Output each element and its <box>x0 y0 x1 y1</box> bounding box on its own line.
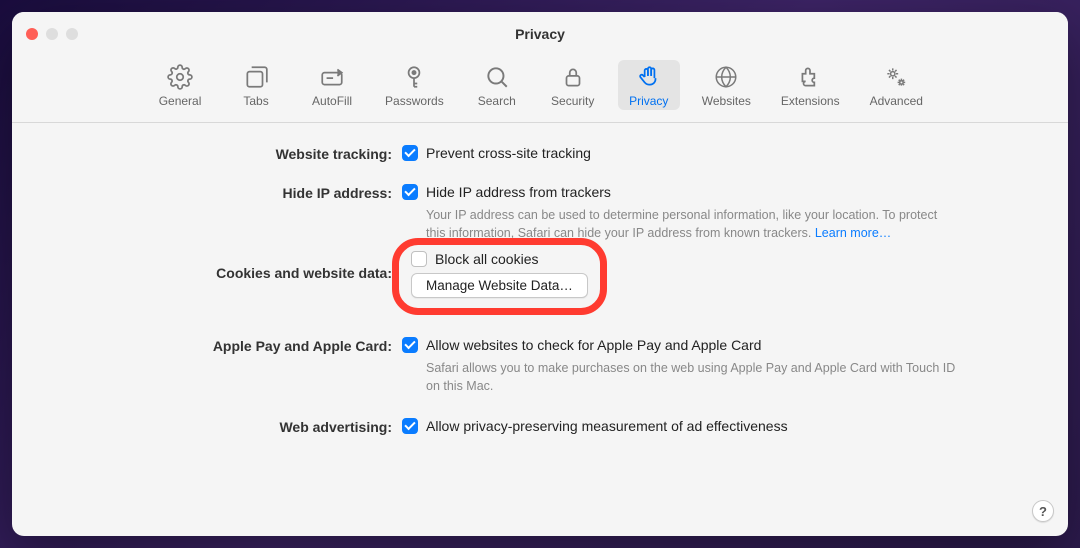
lock-icon <box>560 64 586 90</box>
tab-label: Advanced <box>870 94 923 108</box>
apple-pay-description: Safari allows you to make purchases on t… <box>402 359 958 395</box>
block-all-cookies-text: Block all cookies <box>435 251 539 267</box>
tab-security[interactable]: Security <box>542 60 604 110</box>
tab-tabs[interactable]: Tabs <box>225 60 287 110</box>
preferences-toolbar: General Tabs AutoFill Passwords Search S… <box>12 56 1068 123</box>
close-button[interactable] <box>26 28 38 40</box>
web-advertising-label: Web advertising: <box>62 418 402 435</box>
learn-more-link[interactable]: Learn more… <box>815 226 891 240</box>
tab-advanced[interactable]: Advanced <box>862 60 931 110</box>
minimize-button[interactable] <box>46 28 58 40</box>
key-icon <box>401 64 427 90</box>
tab-label: Websites <box>702 94 751 108</box>
globe-icon <box>713 64 739 90</box>
window-controls <box>12 28 78 40</box>
gears-icon <box>883 64 909 90</box>
web-advertising-checkbox[interactable] <box>402 418 418 434</box>
search-icon <box>484 64 510 90</box>
tab-label: Extensions <box>781 94 840 108</box>
hide-ip-description: Your IP address can be used to determine… <box>402 206 958 242</box>
window-title: Privacy <box>12 26 1068 42</box>
titlebar: Privacy <box>12 12 1068 56</box>
puzzle-icon <box>797 64 823 90</box>
tab-general[interactable]: General <box>149 60 211 110</box>
autofill-icon <box>319 64 345 90</box>
tab-label: AutoFill <box>312 94 352 108</box>
apple-pay-text: Allow websites to check for Apple Pay an… <box>426 337 761 353</box>
apple-pay-label: Apple Pay and Apple Card: <box>62 337 402 354</box>
manage-website-data-button[interactable]: Manage Website Data… <box>411 273 588 298</box>
block-all-cookies-checkbox[interactable] <box>411 251 427 267</box>
tabs-icon <box>243 64 269 90</box>
privacy-settings-content: Website tracking: Prevent cross-site tra… <box>12 123 1068 451</box>
tab-search[interactable]: Search <box>466 60 528 110</box>
tab-autofill[interactable]: AutoFill <box>301 60 363 110</box>
hide-ip-text: Hide IP address from trackers <box>426 184 611 200</box>
cookies-label: Cookies and website data: <box>62 264 402 281</box>
website-tracking-label: Website tracking: <box>62 145 402 162</box>
tab-label: Tabs <box>243 94 268 108</box>
web-advertising-text: Allow privacy-preserving measurement of … <box>426 418 788 434</box>
preferences-window: Privacy General Tabs AutoFill Passwords … <box>12 12 1068 536</box>
tab-websites[interactable]: Websites <box>694 60 759 110</box>
tab-label: Security <box>551 94 594 108</box>
annotation-highlight: Block all cookies Manage Website Data… <box>392 238 607 315</box>
tab-passwords[interactable]: Passwords <box>377 60 452 110</box>
tab-extensions[interactable]: Extensions <box>773 60 848 110</box>
apple-pay-checkbox[interactable] <box>402 337 418 353</box>
tab-privacy[interactable]: Privacy <box>618 60 680 110</box>
tab-label: General <box>159 94 202 108</box>
gear-icon <box>167 64 193 90</box>
tab-label: Search <box>478 94 516 108</box>
prevent-cross-site-tracking-checkbox[interactable] <box>402 145 418 161</box>
hide-ip-label: Hide IP address: <box>62 184 402 201</box>
prevent-cross-site-tracking-text: Prevent cross-site tracking <box>426 145 591 161</box>
help-button[interactable]: ? <box>1032 500 1054 522</box>
tab-label: Privacy <box>629 94 668 108</box>
hide-ip-checkbox[interactable] <box>402 184 418 200</box>
maximize-button[interactable] <box>66 28 78 40</box>
tab-label: Passwords <box>385 94 444 108</box>
hand-icon <box>636 64 662 90</box>
